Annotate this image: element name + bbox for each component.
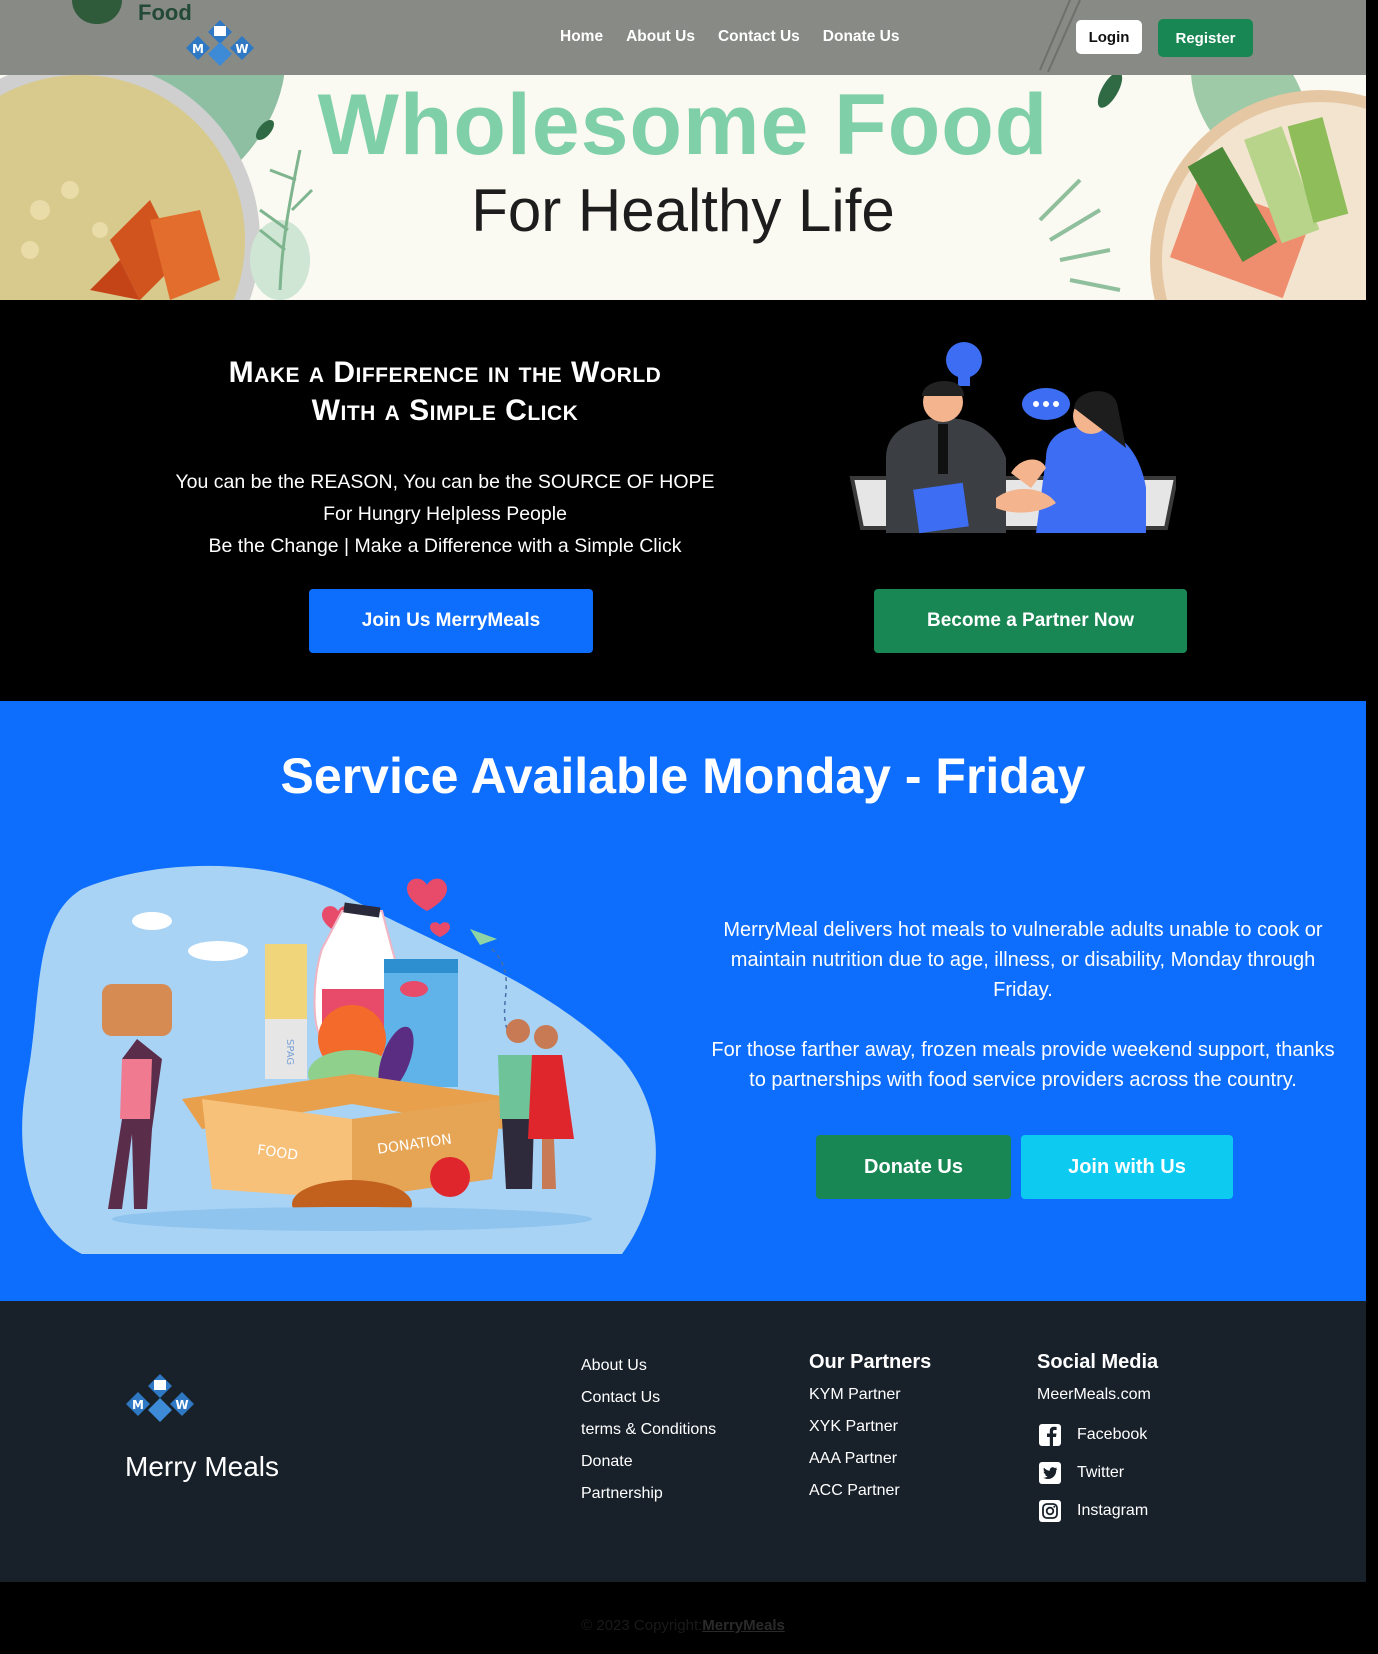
svg-text:W: W bbox=[235, 42, 248, 56]
hero-title: Wholesome Food bbox=[317, 77, 1049, 173]
brand-leaf-shape bbox=[72, 0, 122, 24]
login-button[interactable]: Login bbox=[1076, 20, 1142, 54]
facebook-label: Facebook bbox=[1077, 1426, 1148, 1443]
handshake-illustration bbox=[849, 342, 1176, 534]
make-a-difference-section: Make a Difference in the World With a Si… bbox=[0, 300, 1378, 701]
twitter-icon bbox=[1037, 1460, 1063, 1486]
pasta-box-label: SPAG bbox=[284, 1039, 295, 1065]
copyright-prefix: © 2023 Copyright: bbox=[581, 1617, 703, 1634]
svg-text:M: M bbox=[192, 42, 204, 56]
difference-text: You can be the REASON, You can be the SO… bbox=[140, 466, 750, 562]
hero-banner: Food M W Home About Us Contact Us Donate… bbox=[0, 0, 1366, 300]
footer-link-donate[interactable]: Donate bbox=[581, 1451, 716, 1483]
nav-links: Home About Us Contact Us Donate Us bbox=[560, 28, 899, 46]
service-paragraph-1: MerryMeal delivers hot meals to vulnerab… bbox=[723, 919, 1323, 1001]
donate-us-button[interactable]: Donate Us bbox=[816, 1135, 1011, 1199]
difference-line3: Be the Change | Make a Difference with a… bbox=[208, 535, 682, 557]
footer-link-about[interactable]: About Us bbox=[581, 1355, 716, 1387]
footer-link-partnership[interactable]: Partnership bbox=[581, 1483, 716, 1515]
instagram-icon bbox=[1037, 1498, 1063, 1524]
partners-title: Our Partners bbox=[809, 1351, 932, 1373]
footer-partners-column: Our Partners KYM Partner XYK Partner AAA… bbox=[809, 1351, 931, 1512]
partner-link-acc[interactable]: ACC Partner bbox=[809, 1480, 931, 1512]
copyright-link[interactable]: MerryMeals bbox=[702, 1617, 785, 1634]
footer-link-contact[interactable]: Contact Us bbox=[581, 1387, 716, 1419]
become-partner-button[interactable]: Become a Partner Now bbox=[874, 589, 1187, 653]
footer-links-column: About Us Contact Us terms & Conditions D… bbox=[581, 1355, 716, 1515]
copyright-bar: © 2023 Copyright:MerryMeals bbox=[0, 1582, 1378, 1654]
footer-social-column: Social Media MeerMeals.com Facebook Twit… bbox=[1037, 1351, 1158, 1530]
footer-link-terms[interactable]: terms & Conditions bbox=[581, 1419, 716, 1451]
register-button[interactable]: Register bbox=[1158, 19, 1253, 57]
svg-text:M: M bbox=[132, 1398, 144, 1412]
twitter-label: Twitter bbox=[1077, 1464, 1125, 1481]
facebook-icon bbox=[1037, 1422, 1063, 1448]
nav-link-home[interactable]: Home bbox=[560, 28, 603, 46]
site-link[interactable]: MeerMeals.com bbox=[1037, 1384, 1158, 1416]
copyright-text: © 2023 Copyright:MerryMeals bbox=[0, 1617, 1366, 1634]
join-with-us-button[interactable]: Join with Us bbox=[1021, 1135, 1233, 1199]
social-link-instagram[interactable]: Instagram bbox=[1037, 1492, 1158, 1530]
top-navbar: Food M W Home About Us Contact Us Donate… bbox=[0, 0, 1366, 75]
difference-line1: You can be the REASON, You can be the SO… bbox=[175, 471, 715, 493]
partner-link-xyk[interactable]: XYK Partner bbox=[809, 1416, 931, 1448]
partner-link-kym[interactable]: KYM Partner bbox=[809, 1384, 931, 1416]
partner-link-aaa[interactable]: AAA Partner bbox=[809, 1448, 931, 1480]
difference-line2: For Hungry Helpless People bbox=[323, 503, 567, 525]
footer-logo-icon[interactable]: M W bbox=[124, 1374, 196, 1424]
join-us-button[interactable]: Join Us MerryMeals bbox=[309, 589, 593, 653]
social-link-facebook[interactable]: Facebook bbox=[1037, 1416, 1158, 1454]
difference-heading-line1: Make a Difference in the World bbox=[228, 356, 662, 389]
service-paragraph-2: For those farther away, frozen meals pro… bbox=[711, 1039, 1335, 1091]
nav-link-about[interactable]: About Us bbox=[626, 28, 695, 46]
nav-link-contact[interactable]: Contact Us bbox=[718, 28, 800, 46]
footer-brand: Merry Meals bbox=[125, 1451, 280, 1482]
social-link-twitter[interactable]: Twitter bbox=[1037, 1454, 1158, 1492]
site-footer: M W Merry Meals About Us Contact Us term… bbox=[0, 1301, 1366, 1582]
difference-heading: Make a Difference in the World With a Si… bbox=[140, 354, 750, 430]
service-section: Service Available Monday - Friday SPAG F… bbox=[0, 701, 1366, 1301]
merry-meals-logo-icon[interactable]: M W bbox=[184, 20, 256, 66]
service-title: Service Available Monday - Friday bbox=[280, 748, 1086, 804]
hero-subtitle: For Healthy Life bbox=[471, 177, 895, 244]
instagram-label: Instagram bbox=[1077, 1502, 1149, 1519]
nav-link-donate[interactable]: Donate Us bbox=[823, 28, 900, 46]
social-title: Social Media bbox=[1037, 1351, 1159, 1373]
difference-heading-line2: With a Simple Click bbox=[311, 394, 579, 427]
svg-text:W: W bbox=[175, 1398, 188, 1412]
food-donation-illustration: SPAG FOOD DONATION bbox=[22, 865, 656, 1254]
